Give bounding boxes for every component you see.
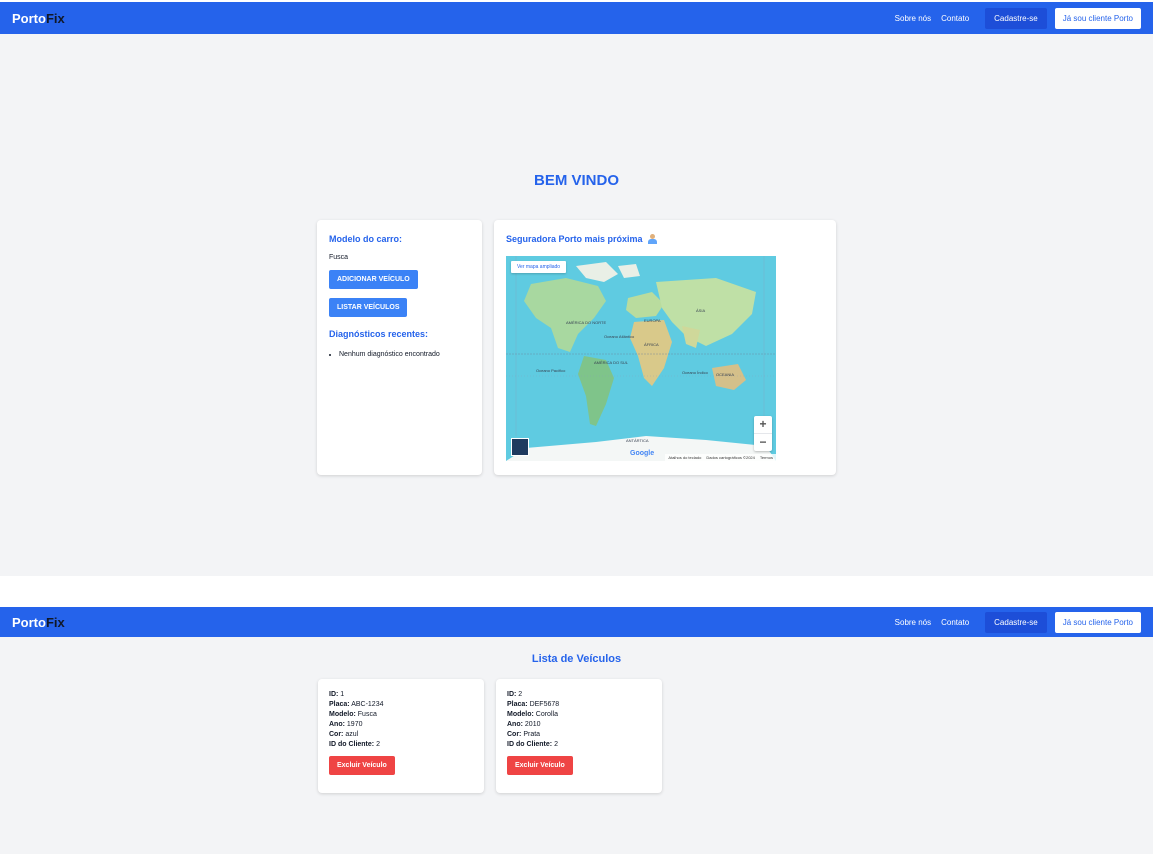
- brand-part-porto: Porto: [12, 614, 46, 630]
- plate-value: DEF5678: [529, 701, 560, 708]
- map-zoom-control: + −: [754, 416, 772, 451]
- client-login-button[interactable]: Já sou cliente Porto: [1054, 7, 1141, 29]
- map-label-north-america: AMÉRICA DO NORTE: [566, 320, 607, 325]
- vehicle-list-title: Lista de Veículos: [531, 653, 622, 665]
- year-value: 1970: [346, 721, 363, 728]
- color-label: Cor:: [329, 731, 344, 738]
- year-value: 2010: [524, 721, 541, 728]
- brand-part-fix: Fix: [45, 614, 65, 630]
- view-larger-map-button[interactable]: Ver mapa ampliado: [511, 261, 567, 273]
- welcome-heading: BEM VINDO: [533, 172, 619, 189]
- nav-about-link[interactable]: Sobre nós: [893, 618, 933, 627]
- vehicle-list-screen: PortoFix Sobre nós Contato Cadastre-se J…: [0, 607, 1153, 854]
- year-label: Ano:: [329, 721, 345, 728]
- nearest-insurer-card: Seguradora Porto mais próxima AMÉRICA DO…: [494, 220, 836, 475]
- zoom-out-button[interactable]: −: [754, 434, 772, 451]
- map-type-thumbnail[interactable]: [511, 438, 529, 456]
- nav-links: Sobre nós Contato Cadastre-se Já sou cli…: [893, 7, 1141, 29]
- model-value: Fusca: [357, 711, 377, 718]
- plate-label: Placa:: [329, 701, 350, 708]
- color-value: azul: [345, 731, 359, 738]
- map-label-pacific: Oceano Pacífico: [536, 368, 566, 373]
- map-label-south-america: AMÉRICA DO SUL: [594, 360, 629, 365]
- signup-button[interactable]: Cadastre-se: [985, 611, 1047, 633]
- brand-part-fix: Fix: [45, 10, 65, 26]
- add-vehicle-button[interactable]: ADICIONAR VEÍCULO: [329, 270, 418, 289]
- year-label: Ano:: [507, 721, 523, 728]
- car-model-value: Fusca: [329, 254, 349, 261]
- map-label-antarctica: ANTÁRTICA: [626, 438, 649, 443]
- keyboard-shortcuts-link[interactable]: Atalhos do teclado: [668, 455, 701, 460]
- plate-label: Placa:: [507, 701, 528, 708]
- brand-logo[interactable]: PortoFix: [12, 615, 65, 630]
- plate-value: ABC-1234: [351, 701, 384, 708]
- vehicle-card: ID: 1 Placa: ABC-1234 Modelo: Fusca Ano:…: [318, 679, 484, 793]
- nav-contact-link[interactable]: Contato: [939, 14, 971, 23]
- car-model-card: Modelo do carro: Fusca ADICIONAR VEÍCULO…: [317, 220, 482, 475]
- car-model-title: Modelo do carro:: [329, 234, 403, 244]
- signup-button[interactable]: Cadastre-se: [985, 7, 1047, 29]
- id-label: ID:: [329, 691, 339, 698]
- list-vehicles-button[interactable]: LISTAR VEÍCULOS: [329, 298, 408, 317]
- client-login-button[interactable]: Já sou cliente Porto: [1054, 611, 1141, 633]
- id-value: 2: [518, 691, 523, 698]
- brand-logo[interactable]: PortoFix: [12, 11, 65, 26]
- client-id-label: ID do Cliente:: [507, 741, 553, 748]
- home-screen: PortoFix Sobre nós Contato Cadastre-se J…: [0, 2, 1153, 576]
- zoom-in-button[interactable]: +: [754, 416, 772, 433]
- map-label-atlantic: Oceano Atlântico: [604, 334, 635, 339]
- model-label: Modelo:: [507, 711, 534, 718]
- recent-diagnostics-title: Diagnósticos recentes:: [329, 329, 429, 339]
- id-value: 1: [340, 691, 345, 698]
- navbar: PortoFix Sobre nós Contato Cadastre-se J…: [0, 2, 1153, 34]
- map-label-africa: ÁFRICA: [644, 342, 659, 347]
- client-id-value: 2: [376, 741, 380, 748]
- map-label-asia: ÁSIA: [696, 308, 706, 313]
- map-attribution: Atalhos do teclado Dados cartográficos ©…: [665, 454, 776, 461]
- map-label-indian: Oceano Índico: [682, 370, 708, 375]
- map-continents: [506, 256, 776, 461]
- nav-about-link[interactable]: Sobre nós: [893, 14, 933, 23]
- delete-vehicle-button[interactable]: Excluir Veículo: [329, 756, 395, 775]
- terms-link[interactable]: Termos: [760, 455, 773, 460]
- map-card-title: Seguradora Porto mais próxima: [506, 234, 643, 244]
- delete-vehicle-button[interactable]: Excluir Veículo: [507, 756, 573, 775]
- client-id-label: ID do Cliente:: [329, 741, 375, 748]
- person-icon: [647, 234, 657, 244]
- map-label-europe: EUROPA: [644, 318, 661, 323]
- nav-links: Sobre nós Contato Cadastre-se Já sou cli…: [893, 611, 1141, 633]
- brand-part-porto: Porto: [12, 10, 46, 26]
- color-value: Prata: [523, 731, 541, 738]
- vehicle-card: ID: 2 Placa: DEF5678 Modelo: Corolla Ano…: [496, 679, 662, 793]
- map-data-text: Dados cartográficos ©2024: [706, 455, 755, 460]
- id-label: ID:: [507, 691, 517, 698]
- list-item: Nenhum diagnóstico encontrado: [339, 351, 470, 358]
- navbar: PortoFix Sobre nós Contato Cadastre-se J…: [0, 607, 1153, 637]
- google-logo: Google: [630, 450, 655, 457]
- model-value: Corolla: [535, 711, 558, 718]
- client-id-value: 2: [554, 741, 558, 748]
- color-label: Cor:: [507, 731, 522, 738]
- nav-contact-link[interactable]: Contato: [939, 618, 971, 627]
- model-label: Modelo:: [329, 711, 356, 718]
- map-label-oceania: OCEANIA: [716, 372, 735, 377]
- diagnostics-list: Nenhum diagnóstico encontrado: [329, 351, 470, 358]
- world-map[interactable]: AMÉRICA DO NORTE EUROPA ÁSIA ÁFRICA AMÉR…: [506, 256, 776, 461]
